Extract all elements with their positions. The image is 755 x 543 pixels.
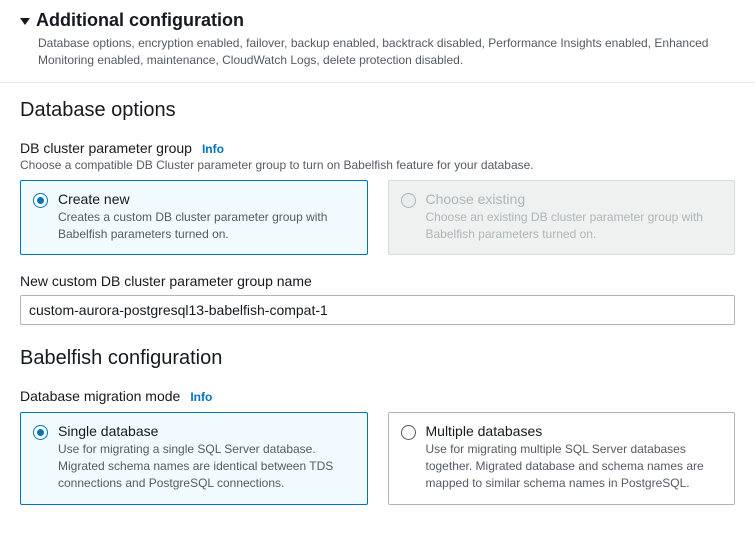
create-new-title: Create new [58, 191, 355, 207]
choose-existing-tile: Choose existing Choose an existing DB cl… [388, 180, 736, 256]
choose-existing-title: Choose existing [426, 191, 723, 207]
caret-down-icon [20, 18, 30, 25]
create-new-desc: Creates a custom DB cluster parameter gr… [58, 209, 355, 243]
single-db-title: Single database [58, 423, 355, 439]
create-new-tile[interactable]: Create new Creates a custom DB cluster p… [20, 180, 368, 256]
multiple-db-radio[interactable] [401, 425, 416, 440]
custom-name-input[interactable] [20, 295, 735, 325]
multiple-db-tile[interactable]: Multiple databases Use for migrating mul… [388, 412, 736, 504]
custom-name-label: New custom DB cluster parameter group na… [20, 273, 735, 289]
migration-mode-info-link[interactable]: Info [190, 390, 212, 404]
multiple-db-title: Multiple databases [426, 423, 723, 439]
migration-mode-label: Database migration mode [20, 388, 180, 404]
multiple-db-desc: Use for migrating multiple SQL Server da… [426, 441, 723, 491]
param-group-desc: Choose a compatible DB Cluster parameter… [20, 158, 735, 172]
create-new-radio[interactable] [33, 193, 48, 208]
database-options-title: Database options [20, 99, 735, 122]
single-db-radio[interactable] [33, 425, 48, 440]
header-subtitle: Database options, encryption enabled, fa… [38, 35, 735, 70]
babelfish-config-title: Babelfish configuration [20, 347, 735, 370]
additional-configuration-header[interactable]: Additional configuration Database option… [0, 0, 755, 83]
choose-existing-radio [401, 193, 416, 208]
content-area: Database options DB cluster parameter gr… [0, 83, 755, 543]
single-db-desc: Use for migrating a single SQL Server da… [58, 441, 355, 491]
choose-existing-desc: Choose an existing DB cluster parameter … [426, 209, 723, 243]
param-group-label: DB cluster parameter group [20, 140, 192, 156]
param-group-info-link[interactable]: Info [202, 142, 224, 156]
single-db-tile[interactable]: Single database Use for migrating a sing… [20, 412, 368, 504]
header-title: Additional configuration [36, 10, 244, 31]
